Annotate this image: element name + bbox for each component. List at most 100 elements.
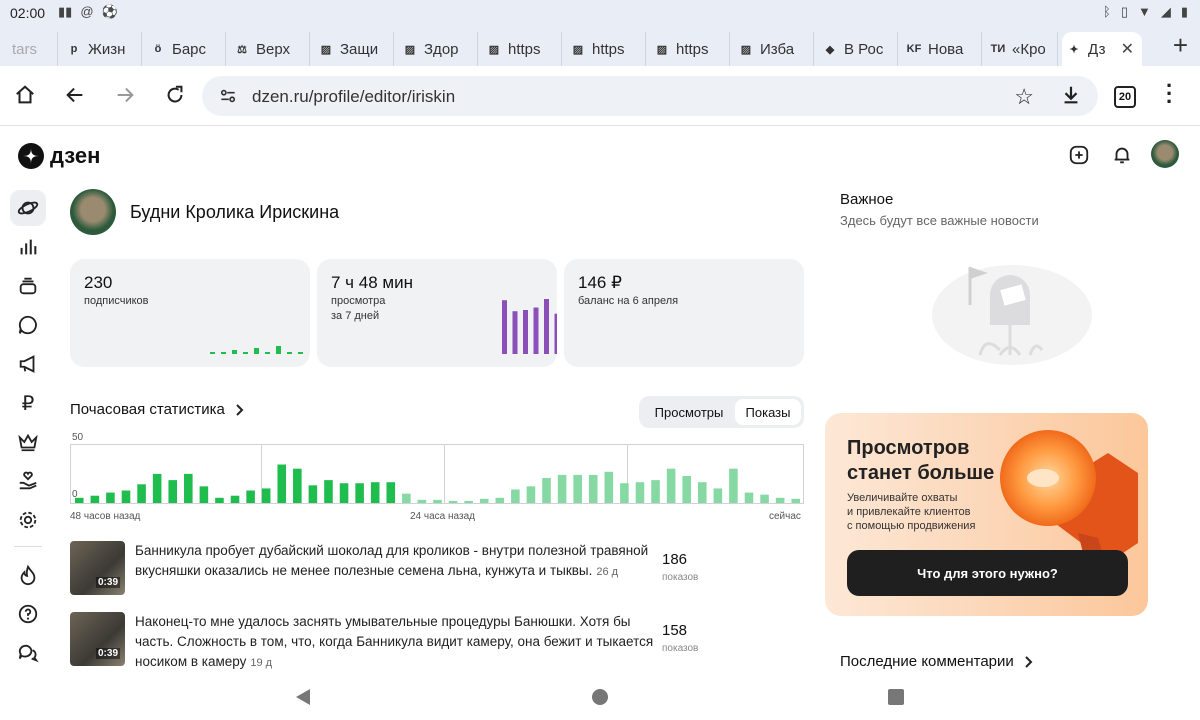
browser-tab[interactable]: р Жизн [62,32,142,66]
hourly-bar[interactable] [604,471,614,503]
hourly-bar[interactable] [246,490,255,503]
browser-tab[interactable]: ТИ «Кро [986,32,1058,66]
browser-tab[interactable]: KF Нова [902,32,982,66]
dzen-logo[interactable]: дзен [18,143,100,169]
subscribers-card[interactable]: 230 подписчиков [70,259,310,367]
sidebar-item-trending[interactable] [10,557,46,593]
hourly-bar[interactable] [215,497,224,503]
hourly-bar[interactable] [339,483,349,503]
address-bar[interactable]: dzen.ru/profile/editor/iriskin ☆ [202,76,1098,116]
hourly-bar[interactable] [106,492,115,503]
browser-tab[interactable]: ▨ Защи [314,32,394,66]
hourly-bar[interactable] [308,485,318,503]
hourly-bar[interactable] [152,473,162,503]
sidebar-item-settings[interactable] [10,502,46,538]
hourly-bar[interactable] [620,483,629,503]
hourly-bar[interactable] [526,486,536,503]
hourly-bar[interactable] [75,497,84,503]
latest-comments-link[interactable]: Последние комментарии [840,653,1034,670]
browser-tab[interactable]: ⚖ Верх [230,32,310,66]
download-icon[interactable] [1060,84,1082,111]
hourly-bar[interactable] [635,482,645,503]
sidebar-item-monetization[interactable]: ₽ [10,385,46,421]
sidebar-item-promotion[interactable] [10,346,46,382]
channel-name[interactable]: Будни Кролика Ирискина [130,202,339,223]
back-icon[interactable] [60,80,90,110]
nav-back-icon[interactable] [292,686,314,708]
hourly-bar[interactable] [370,482,380,503]
hourly-bar[interactable] [293,468,302,503]
hourly-bar[interactable] [760,494,769,503]
hourly-bar[interactable] [324,480,333,503]
hourly-bar[interactable] [402,493,411,503]
hourly-stats-link[interactable]: Почасовая статистика [70,401,245,418]
watch-time-card[interactable]: 7 ч 48 мин просмотра за 7 дней [317,259,557,367]
hourly-bar[interactable] [479,498,489,503]
hourly-bar[interactable] [588,474,598,503]
hourly-bar[interactable] [277,464,287,503]
new-tab-button[interactable]: + [1173,30,1188,61]
hourly-bar[interactable] [791,498,800,503]
hourly-bar[interactable] [433,499,442,503]
reload-icon[interactable] [160,80,190,110]
sidebar-item-premium[interactable] [10,424,46,460]
hourly-bar[interactable] [713,488,723,503]
nav-recents-icon[interactable] [885,686,907,708]
sidebar-item-comments[interactable] [10,307,46,343]
browser-tab[interactable]: tars [8,32,58,66]
publication-title[interactable]: Банникула пробует дубайский шоколад для … [135,541,655,582]
hourly-bar[interactable] [137,484,146,503]
nav-home-icon[interactable] [589,686,611,708]
browser-tab[interactable]: ▨ Изба [734,32,814,66]
browser-tab[interactable]: ▨ https [650,32,730,66]
browser-tab[interactable]: ▨ Здор [398,32,478,66]
publication-item[interactable]: 0:39 Банникула пробует дубайский шоколад… [70,541,720,597]
promotion-banner[interactable]: Просмотров станет больше Увеличивайте ох… [825,413,1148,616]
tab-close-icon[interactable]: ✕ [1121,39,1134,59]
hourly-bar[interactable] [542,478,551,503]
channel-avatar[interactable] [70,189,116,235]
hourly-bar[interactable] [386,482,396,503]
promo-cta-button[interactable]: Что для этого нужно? [847,550,1128,596]
forward-icon[interactable] [110,80,140,110]
hourly-bar[interactable] [355,483,364,503]
user-avatar[interactable] [1151,140,1179,168]
hourly-bar[interactable] [682,475,691,503]
browser-tab[interactable]: ▨ https [482,32,562,66]
hourly-bar[interactable] [199,486,209,503]
hourly-bar[interactable] [495,497,505,503]
browser-tab[interactable]: ◆ В Рос [818,32,898,66]
hourly-bar[interactable] [511,489,520,503]
hourly-bar[interactable] [744,492,754,503]
hourly-bar[interactable] [448,500,458,503]
hourly-bar[interactable] [557,474,567,503]
tab-switcher-button[interactable]: 20 [1114,86,1136,108]
home-icon[interactable] [10,80,40,110]
site-settings-icon[interactable] [218,86,238,111]
hourly-bar[interactable] [184,473,193,503]
sidebar-item-publications[interactable] [10,268,46,304]
toggle-impressions[interactable]: Показы [735,399,801,425]
browser-tab[interactable]: ▨ https [566,32,646,66]
hourly-bar[interactable] [573,474,582,503]
browser-tab[interactable]: ✦ Дз ✕ [1062,32,1142,66]
notifications-bell-icon[interactable] [1107,140,1137,170]
more-menu-icon[interactable]: · · · [1166,75,1173,113]
sidebar-item-overview[interactable] [10,190,46,226]
create-post-button[interactable] [1064,140,1094,170]
hourly-bar[interactable] [729,468,738,503]
hourly-bar[interactable] [775,497,785,503]
hourly-bar[interactable] [651,480,660,503]
bookmark-star-icon[interactable]: ☆ [1014,84,1034,110]
hourly-bar[interactable] [261,488,271,503]
hourly-bar[interactable] [417,499,427,503]
browser-tab[interactable]: ö Барс [146,32,226,66]
sidebar-item-statistics[interactable] [10,229,46,265]
balance-card[interactable]: 146 ₽ баланс на 6 апреля [564,259,804,367]
publication-item[interactable]: 0:39 Наконец-то мне удалось заснять умыв… [70,612,720,669]
publication-title[interactable]: Наконец-то мне удалось заснять умыватель… [135,612,655,673]
toggle-views[interactable]: Просмотры [643,399,735,425]
hourly-bar[interactable] [230,495,240,503]
sidebar-item-donations[interactable] [10,463,46,499]
hourly-bar[interactable] [121,490,131,503]
